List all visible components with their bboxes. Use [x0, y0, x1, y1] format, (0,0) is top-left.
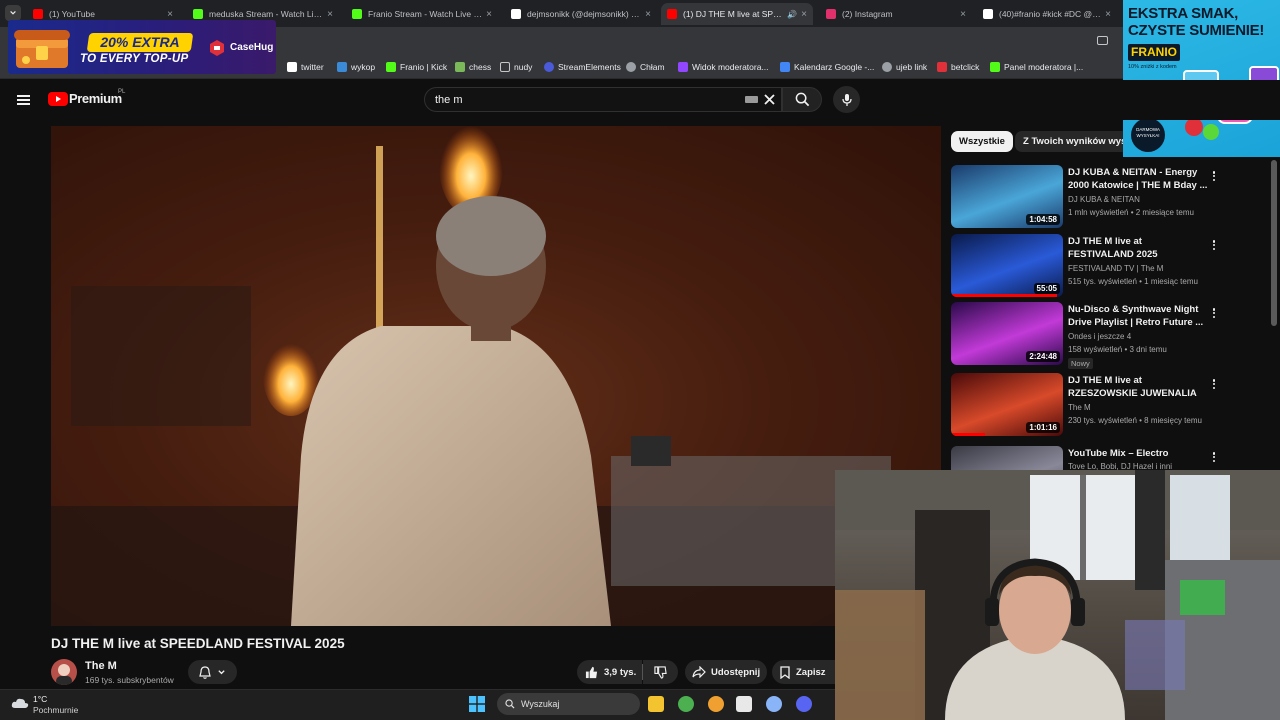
recommendation-title[interactable]: DJ KUBA & NEITAN - Energy 2000 Katowice …	[1068, 166, 1208, 192]
video-duration: 2:24:48	[1026, 351, 1060, 362]
more-options-icon[interactable]	[1209, 169, 1219, 183]
recommendation-channel[interactable]: Tove Lo, Bobi, DJ Hazel i inni	[1068, 462, 1172, 470]
channel-subscribers: 169 tys. subskrybentów	[85, 675, 174, 685]
recommendation-channel[interactable]: The M	[1068, 403, 1091, 412]
recommendation-channel[interactable]: Ondes i jeszcze 4	[1068, 332, 1131, 341]
thumbs-up-icon	[585, 666, 598, 678]
webcam-overlay	[835, 470, 1280, 720]
recommendation-item[interactable]: 1:01:16 DJ THE M live at RZESZOWSKIE JUWE…	[951, 373, 1226, 437]
recommendation-title[interactable]: DJ THE M live at FESTIVALAND 2025	[1068, 235, 1208, 261]
bookmark-icon	[780, 665, 790, 679]
cloud-icon[interactable]	[11, 698, 29, 709]
plush-toy	[1180, 580, 1225, 615]
watch-progress-bar	[951, 294, 1058, 297]
curtain	[1135, 470, 1165, 590]
video-thumbnail[interactable]: 2:24:48	[951, 302, 1063, 365]
more-options-icon[interactable]	[1209, 306, 1219, 320]
shield-app-icon[interactable]	[708, 696, 724, 712]
bell-icon	[199, 665, 211, 679]
webcam-frame	[835, 470, 1280, 720]
video-duration: 1:01:16	[1026, 422, 1060, 433]
like-button[interactable]: 3,9 tys.	[577, 660, 642, 684]
recommendation-meta: 158 wyświetleń • 3 dni temu	[1068, 345, 1167, 354]
thumbs-down-icon	[654, 665, 667, 679]
recommendation-item[interactable]: YouTube Mix – Electro Tove Lo, Bobi, DJ H…	[951, 446, 1226, 470]
new-badge: Nowy	[1068, 358, 1093, 369]
desk	[835, 590, 925, 720]
video-thumbnail[interactable]: 55:05	[951, 234, 1063, 297]
recommendation-title[interactable]: Nu-Disco & Synthwave Night Drive Playlis…	[1068, 303, 1208, 329]
windows-start-icon[interactable]	[469, 696, 485, 712]
recommendation-title[interactable]: YouTube Mix – Electro	[1068, 447, 1208, 460]
weather-temp: 1°C	[33, 694, 48, 704]
chrome-icon[interactable]	[678, 696, 694, 712]
dislike-button[interactable]	[643, 660, 678, 684]
recommendation-item[interactable]: 1:04:58 DJ KUBA & NEITAN - Energy 2000 Ka…	[951, 165, 1226, 229]
video-thumbnail[interactable]: 1:01:16	[951, 373, 1063, 436]
settings-gear-icon[interactable]	[766, 696, 782, 712]
recommendations-list: 1:04:58 DJ KUBA & NEITAN - Energy 2000 Ka…	[0, 0, 1280, 470]
recommendation-item[interactable]: 55:05 DJ THE M live at FESTIVALAND 2025 FE…	[951, 234, 1226, 298]
video-duration: 55:05	[1033, 283, 1060, 294]
search-icon	[505, 699, 515, 709]
share-label: Udostępnij	[711, 666, 761, 678]
video-thumbnail[interactable]: 1:04:58	[951, 165, 1063, 228]
weather-condition: Pochmurnie	[33, 705, 79, 715]
share-button[interactable]: Udostępnij	[685, 660, 767, 684]
recommendation-item[interactable]: 2:24:48 Nu-Disco & Synthwave Night Drive …	[951, 302, 1226, 369]
recommendation-meta: 515 tys. wyświetleń • 1 miesiąc temu	[1068, 277, 1198, 286]
recommendation-meta: 230 tys. wyświetleń • 8 miesięcy temu	[1068, 416, 1202, 425]
more-options-icon[interactable]	[1209, 238, 1219, 252]
video-title: DJ THE M live at SPEEDLAND FESTIVAL 2025	[51, 636, 345, 651]
watch-progress-bar	[951, 433, 985, 436]
discord-icon[interactable]	[796, 696, 812, 712]
taskbar-search-placeholder: Wyszukaj	[521, 699, 560, 709]
taskbar-search[interactable]: Wyszukaj	[497, 693, 640, 715]
notifications-button[interactable]	[188, 660, 237, 684]
share-icon	[692, 666, 706, 678]
chevron-down-icon	[218, 669, 225, 674]
obs-app-icon[interactable]	[736, 696, 752, 712]
recommendation-channel[interactable]: DJ KUBA & NEITAN	[1068, 195, 1140, 204]
rug	[1125, 620, 1185, 690]
video-thumbnail[interactable]	[951, 446, 1063, 470]
save-label: Zapisz	[796, 666, 826, 678]
like-count: 3,9 tys.	[604, 666, 637, 678]
save-button[interactable]: Zapisz	[772, 660, 835, 684]
more-options-icon[interactable]	[1209, 450, 1219, 464]
more-options-icon[interactable]	[1209, 377, 1219, 391]
file-explorer-icon[interactable]	[648, 696, 664, 712]
channel-avatar[interactable]	[51, 659, 77, 685]
recommendation-meta: 1 mln wyświetleń • 2 miesiące temu	[1068, 208, 1194, 217]
scrollbar[interactable]	[1271, 160, 1277, 326]
channel-name[interactable]: The M	[85, 660, 117, 672]
recommendation-title[interactable]: DJ THE M live at RZESZOWSKIE JUWENALIA 2…	[1068, 374, 1208, 400]
video-duration: 1:04:58	[1026, 214, 1060, 225]
recommendation-channel[interactable]: FESTIVALAND TV | The M	[1068, 264, 1163, 273]
